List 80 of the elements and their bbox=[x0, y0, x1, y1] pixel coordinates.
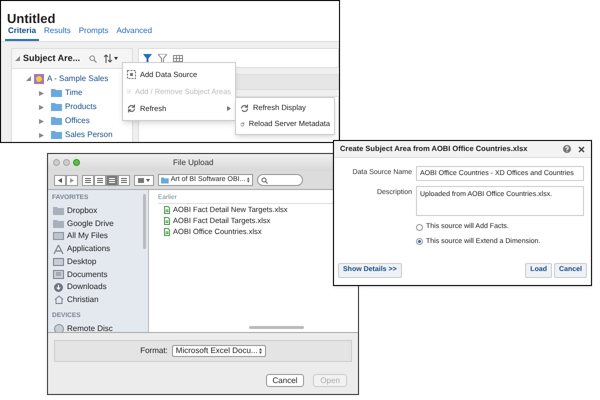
folder-icon bbox=[53, 207, 64, 216]
subject-area-icon bbox=[34, 74, 44, 84]
documents-icon bbox=[53, 270, 64, 280]
panel-title: Subject Are... bbox=[23, 52, 80, 65]
spreadsheet-file-icon bbox=[164, 216, 170, 224]
refresh-icon bbox=[240, 120, 245, 128]
grid-icon[interactable] bbox=[173, 54, 183, 62]
close-icon[interactable] bbox=[578, 146, 585, 152]
folder-icon bbox=[51, 117, 62, 125]
radio-button[interactable] bbox=[416, 224, 423, 231]
minimize-button[interactable] bbox=[63, 159, 70, 166]
format-dropdown[interactable]: Microsoft Excel Docu... bbox=[172, 345, 266, 357]
tree-item[interactable]: Offices bbox=[65, 115, 90, 127]
stepper-icon bbox=[258, 348, 262, 354]
close-button[interactable] bbox=[53, 159, 60, 166]
desktop-icon bbox=[53, 258, 64, 266]
sidebar-item[interactable]: All My Files bbox=[67, 230, 108, 242]
stepper-icon bbox=[247, 177, 250, 183]
view-mode-icon bbox=[109, 178, 115, 182]
dialog-button[interactable]: Cancel bbox=[266, 374, 304, 387]
tab[interactable]: Results bbox=[41, 25, 74, 41]
search-field[interactable] bbox=[257, 174, 303, 186]
download-icon bbox=[54, 282, 63, 292]
tree-item[interactable]: Time bbox=[65, 87, 82, 99]
tree-item[interactable]: Products bbox=[65, 101, 97, 113]
format-label: Format: bbox=[140, 345, 168, 357]
forward-arrow-icon bbox=[70, 178, 74, 182]
arrange-icon bbox=[138, 178, 144, 182]
radio-button[interactable] bbox=[416, 238, 423, 246]
expand-toggle-icon[interactable] bbox=[39, 132, 44, 138]
sidebar-item[interactable]: Documents bbox=[67, 268, 108, 281]
folder-icon bbox=[51, 131, 62, 139]
sidebar-item[interactable]: Christian bbox=[67, 294, 99, 306]
arrange-button[interactable] bbox=[134, 174, 154, 186]
files-icon bbox=[53, 232, 64, 240]
sidebar-item[interactable]: Downloads bbox=[67, 281, 107, 294]
spreadsheet-file-icon bbox=[164, 228, 170, 236]
back-button[interactable] bbox=[54, 174, 66, 186]
folder-icon bbox=[53, 220, 64, 228]
view-mode-icon bbox=[97, 178, 103, 182]
back-arrow-icon bbox=[58, 178, 62, 182]
caret-icon bbox=[146, 178, 150, 182]
view-mode-button[interactable] bbox=[106, 174, 118, 186]
folder-icon bbox=[161, 176, 169, 184]
tab[interactable]: Advanced bbox=[114, 25, 156, 41]
sidebar-item[interactable]: Dropbox bbox=[67, 205, 98, 218]
view-mode-button[interactable] bbox=[118, 174, 130, 186]
sidebar-item[interactable]: Applications bbox=[67, 243, 110, 256]
search-icon bbox=[261, 176, 268, 184]
tree-item[interactable]: Sales Person bbox=[65, 129, 113, 141]
expand-toggle-icon[interactable] bbox=[39, 118, 44, 124]
expand-toggle-icon[interactable] bbox=[39, 90, 44, 96]
tab[interactable]: Prompts bbox=[76, 25, 112, 41]
search-icon[interactable] bbox=[89, 54, 98, 62]
view-mode-icon bbox=[121, 178, 127, 182]
folder-icon bbox=[51, 89, 62, 97]
view-mode-button[interactable] bbox=[94, 174, 106, 186]
zoom-button[interactable] bbox=[73, 159, 80, 166]
window-title: File Upload bbox=[173, 156, 214, 168]
sort-icon[interactable] bbox=[104, 54, 118, 63]
folder-icon bbox=[51, 103, 62, 111]
sidebar-item[interactable]: Remote Disc bbox=[67, 323, 113, 332]
expand-toggle-icon[interactable] bbox=[39, 104, 44, 110]
expand-toggle-icon[interactable] bbox=[26, 76, 31, 81]
spreadsheet-file-icon bbox=[164, 206, 170, 214]
refresh-icon bbox=[240, 104, 249, 112]
submenu-arrow-icon bbox=[227, 106, 231, 111]
refresh-icon bbox=[127, 104, 136, 113]
help-icon[interactable] bbox=[563, 145, 571, 153]
tree-item[interactable]: A - Sample Sales bbox=[47, 72, 108, 84]
page-title: Untitled bbox=[7, 11, 56, 26]
view-mode-icon bbox=[85, 178, 91, 182]
sidebar-item[interactable]: Desktop bbox=[67, 256, 96, 268]
sidebar-item[interactable]: Google Drive bbox=[67, 218, 114, 230]
home-icon bbox=[54, 295, 64, 304]
view-mode-button[interactable] bbox=[82, 174, 94, 186]
scrollbar[interactable] bbox=[143, 194, 146, 249]
collapse-icon[interactable] bbox=[15, 56, 20, 61]
apps-icon bbox=[53, 244, 64, 254]
scrollbar[interactable] bbox=[249, 326, 304, 329]
